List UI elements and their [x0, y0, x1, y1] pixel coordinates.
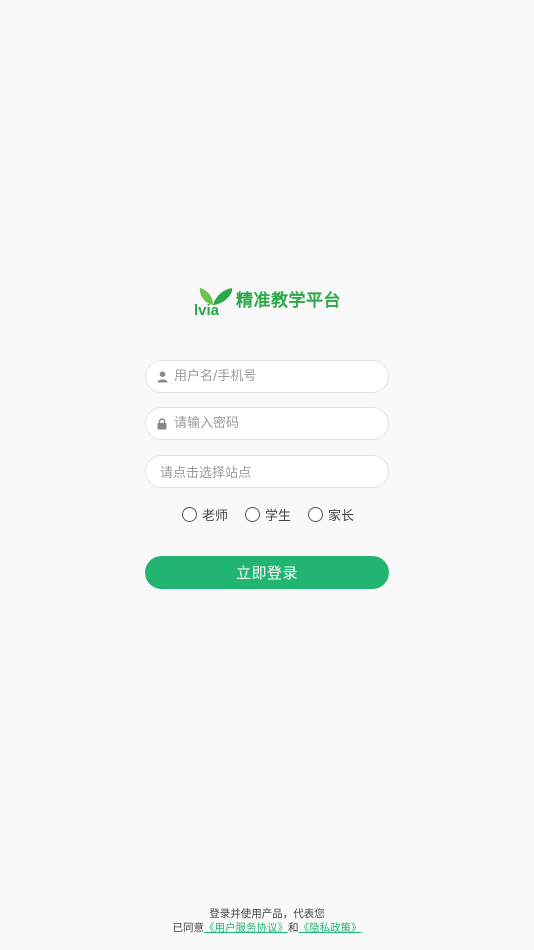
- password-input[interactable]: [174, 416, 374, 431]
- lock-icon: [155, 417, 169, 431]
- radio-button[interactable]: [245, 506, 261, 522]
- role-label: 家长: [328, 508, 355, 524]
- terms-prefix: 已同意: [172, 922, 205, 934]
- brand-logo: lvia 精准教学平台: [194, 285, 341, 317]
- user-icon: [155, 370, 169, 384]
- terms-notice: 登录并使用产品，代表您 已同意《用户服务协议》和《隐私政策》: [0, 907, 534, 935]
- username-field[interactable]: [145, 360, 389, 393]
- login-button[interactable]: 立即登录: [145, 556, 389, 589]
- logo-letters: lvia: [194, 302, 220, 317]
- username-input[interactable]: [174, 369, 374, 384]
- role-label: 学生: [265, 508, 292, 524]
- platform-title: 精准教学平台: [236, 291, 341, 311]
- password-field[interactable]: [145, 407, 389, 440]
- role-selector: 老师 学生 家长: [182, 505, 371, 524]
- user-agreement-link[interactable]: 《用户服务协议》: [204, 922, 288, 934]
- terms-line-2: 已同意《用户服务协议》和《隐私政策》: [0, 921, 534, 935]
- role-option-parent[interactable]: 家长: [308, 505, 354, 524]
- terms-conjunction: 和: [288, 922, 299, 934]
- site-placeholder: 请点击选择站点: [160, 466, 252, 481]
- role-option-teacher[interactable]: 老师: [182, 505, 228, 524]
- radio-button[interactable]: [308, 506, 324, 522]
- radio-button[interactable]: [182, 506, 197, 522]
- lvia-logo-icon: lvia: [194, 288, 232, 317]
- privacy-policy-link[interactable]: 《隐私政策》: [299, 922, 362, 934]
- site-select[interactable]: 请点击选择站点: [145, 455, 389, 488]
- role-option-student[interactable]: 学生: [245, 505, 291, 524]
- terms-line-1: 登录并使用产品，代表您: [209, 908, 325, 920]
- role-label: 老师: [202, 508, 229, 524]
